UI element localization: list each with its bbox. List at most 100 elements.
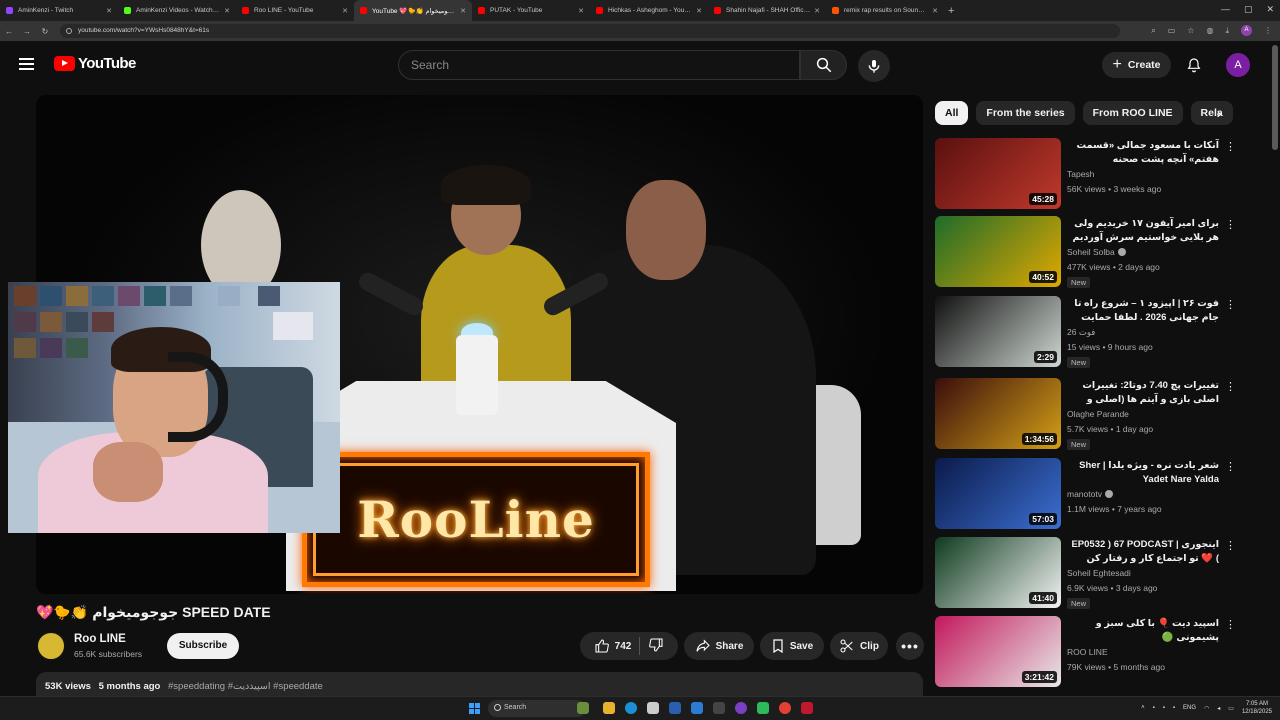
youtube-logo[interactable]: YouTube	[54, 55, 136, 72]
tray-overflow-icon[interactable]: ˄	[1141, 705, 1145, 711]
recommended-video-title[interactable]: اینجوری | EP0532 ) 67 PODCAST ) ❤️ تو اج…	[1067, 538, 1219, 566]
tray-app-icon[interactable]: ▪	[1163, 705, 1165, 711]
wifi-icon[interactable]: ◠	[1204, 705, 1209, 712]
tab-close-icon[interactable]: ✕	[814, 7, 820, 15]
filter-chip[interactable]: From the series	[976, 101, 1075, 125]
menu-icon[interactable]	[19, 58, 34, 70]
extensions-icon[interactable]: ◍	[1206, 26, 1213, 35]
more-vertical-icon[interactable]: ⋮	[1225, 380, 1236, 394]
more-vertical-icon[interactable]: ⋮	[1225, 460, 1236, 474]
tab-close-icon[interactable]: ✕	[224, 7, 230, 15]
notifications-bell-icon[interactable]	[1186, 56, 1202, 74]
browser-menu-icon[interactable]: ⋮	[1264, 26, 1272, 35]
store-icon[interactable]	[647, 702, 659, 714]
browser-tab[interactable]: remix rap results on SoundClo ✕	[826, 0, 944, 21]
tab-close-icon[interactable]: ✕	[106, 7, 112, 15]
more-vertical-icon[interactable]: ⋮	[1225, 218, 1236, 232]
url-field[interactable]: youtube.com/watch?v=YWsHs0848hY&t=61s	[60, 24, 1120, 38]
recommended-channel[interactable]: ROO LINE	[1067, 647, 1108, 657]
recommended-channel[interactable]: Soheil Solba	[1067, 247, 1126, 257]
windows-start-icon[interactable]	[469, 703, 480, 714]
widget-icon[interactable]	[577, 702, 589, 714]
browser-tab[interactable]: AminKenzi Videos - Watch On ✕	[118, 0, 236, 21]
tab-close-icon[interactable]: ✕	[342, 7, 348, 15]
messenger-icon[interactable]	[735, 702, 747, 714]
app-icon-green[interactable]	[757, 702, 769, 714]
recommended-channel[interactable]: فوت 26	[1067, 327, 1095, 338]
browser-tab[interactable]: Roo LINE - YouTube ✕	[236, 0, 354, 21]
subscribe-button[interactable]: Subscribe	[167, 633, 239, 659]
browser-tab[interactable]: AminKenzi - Twitch ✕	[0, 0, 118, 21]
search-input[interactable]: Search	[398, 50, 800, 80]
recommended-video-title[interactable]: فوت ۲۶ | اپیزود ۱ – شروع راه تا جام جهان…	[1067, 297, 1219, 325]
account-avatar[interactable]: A	[1226, 53, 1250, 77]
filter-chip[interactable]: From ROO LINE	[1082, 101, 1183, 125]
recommended-video[interactable]: 3:21:42 اسپید دیت 🎈 با کلی سبز و پشیمونی …	[935, 616, 1236, 688]
new-tab-icon[interactable]: +	[948, 5, 954, 17]
channel-avatar[interactable]	[36, 631, 66, 661]
filter-chip[interactable]: All	[935, 101, 969, 125]
bookmark-star-icon[interactable]: ☆	[1187, 26, 1194, 35]
recommended-video[interactable]: 1:34:56 تغییرات پچ 7.40 دوتا2: تغییرات اص…	[935, 378, 1236, 450]
site-info-icon[interactable]	[66, 28, 72, 34]
minimize-icon[interactable]: —	[1221, 4, 1230, 15]
more-vertical-icon[interactable]: ⋮	[1225, 298, 1236, 312]
video-thumbnail[interactable]: 57:03	[935, 458, 1061, 529]
browser-tab[interactable]: YouTube 💖🐤👏 جوجومیخوام ✕	[354, 0, 472, 21]
volume-icon[interactable]: ◂	[1217, 705, 1220, 712]
like-button[interactable]: 742	[594, 638, 631, 654]
page-scrollbar[interactable]	[1272, 45, 1278, 150]
video-thumbnail[interactable]: 41:40	[935, 537, 1061, 608]
save-button[interactable]: Save	[760, 632, 824, 660]
tab-close-icon[interactable]: ✕	[578, 7, 584, 15]
video-thumbnail[interactable]: 1:34:56	[935, 378, 1061, 449]
tab-close-icon[interactable]: ✕	[460, 7, 466, 15]
more-vertical-icon[interactable]: ⋮	[1225, 539, 1236, 553]
forward-icon[interactable]: →	[18, 27, 36, 36]
video-thumbnail[interactable]: 3:21:42	[935, 616, 1061, 687]
more-actions-button[interactable]: •••	[896, 632, 924, 660]
recommended-video[interactable]: 45:28 آنکات با مسعود جمالی «قسمت هفتم» آن…	[935, 138, 1236, 210]
recommended-channel[interactable]: Soheil Eghtesadi	[1067, 568, 1131, 578]
browser-tab[interactable]: Shahin Najafi - SHAH Official M ✕	[708, 0, 826, 21]
recommended-channel[interactable]: Olaghe Parande	[1067, 409, 1129, 419]
app-icon-red[interactable]	[801, 702, 813, 714]
profile-avatar[interactable]: A	[1241, 25, 1252, 36]
recommended-video-title[interactable]: برای امیر آیفون ۱۷ خریدیم ولی هر بلایی خ…	[1067, 217, 1219, 245]
recommended-video[interactable]: 2:29 فوت ۲۶ | اپیزود ۱ – شروع راه تا جام …	[935, 296, 1236, 368]
recommended-video[interactable]: 40:52 برای امیر آیفون ۱۷ خریدیم ولی هر بل…	[935, 216, 1236, 288]
create-button[interactable]: + Create	[1102, 52, 1171, 78]
maximize-icon[interactable]: ▢	[1244, 4, 1253, 15]
file-explorer-icon[interactable]	[603, 702, 615, 714]
video-thumbnail[interactable]: 40:52	[935, 216, 1061, 287]
recommended-channel[interactable]: Tapesh	[1067, 169, 1094, 179]
search-button[interactable]	[800, 50, 847, 80]
tray-app-icon[interactable]: ▪	[1173, 705, 1175, 711]
vscode-icon[interactable]	[691, 702, 703, 714]
taskbar-search[interactable]: Search	[488, 700, 586, 717]
tab-close-icon[interactable]: ✕	[696, 7, 702, 15]
recommended-video[interactable]: 57:03 شعر یادت نره - ویژه یلدا | Sher Yad…	[935, 458, 1236, 530]
app-icon[interactable]	[669, 702, 681, 714]
browser-tab[interactable]: Hichkas - Asheghom - YouTube ✕	[590, 0, 708, 21]
downloads-icon[interactable]: ⤓	[1225, 26, 1229, 36]
chrome-icon[interactable]	[779, 702, 791, 714]
more-vertical-icon[interactable]: ⋮	[1225, 140, 1236, 154]
edge-icon[interactable]	[625, 702, 637, 714]
chevron-right-icon[interactable]: ›	[1208, 101, 1230, 125]
recommended-video-title[interactable]: آنکات با مسعود جمالی «قسمت هفتم» آنچه پش…	[1067, 139, 1219, 167]
recommended-video[interactable]: 41:40 اینجوری | EP0532 ) 67 PODCAST ) ❤️ …	[935, 537, 1236, 609]
hashtags[interactable]: #speeddating #اسپیددیت #speeddate	[168, 681, 323, 692]
cast-icon[interactable]: ▭	[1168, 26, 1176, 35]
reload-icon[interactable]: ↻	[36, 27, 54, 36]
recommended-video-title[interactable]: اسپید دیت 🎈 با کلی سبز و پشیمونی 🟢	[1067, 617, 1219, 645]
terminal-icon[interactable]	[713, 702, 725, 714]
back-icon[interactable]: ←	[0, 27, 18, 36]
voice-search-button[interactable]	[858, 50, 890, 82]
channel-name[interactable]: Roo LINE	[74, 633, 126, 645]
language-indicator[interactable]: ENG	[1183, 705, 1196, 711]
tray-app-icon[interactable]: ▪	[1153, 705, 1155, 711]
clock[interactable]: 7:05 AM 12/18/2025	[1242, 700, 1272, 716]
video-thumbnail[interactable]: 45:28	[935, 138, 1061, 209]
search-icon[interactable]: ⌕	[1151, 26, 1155, 36]
